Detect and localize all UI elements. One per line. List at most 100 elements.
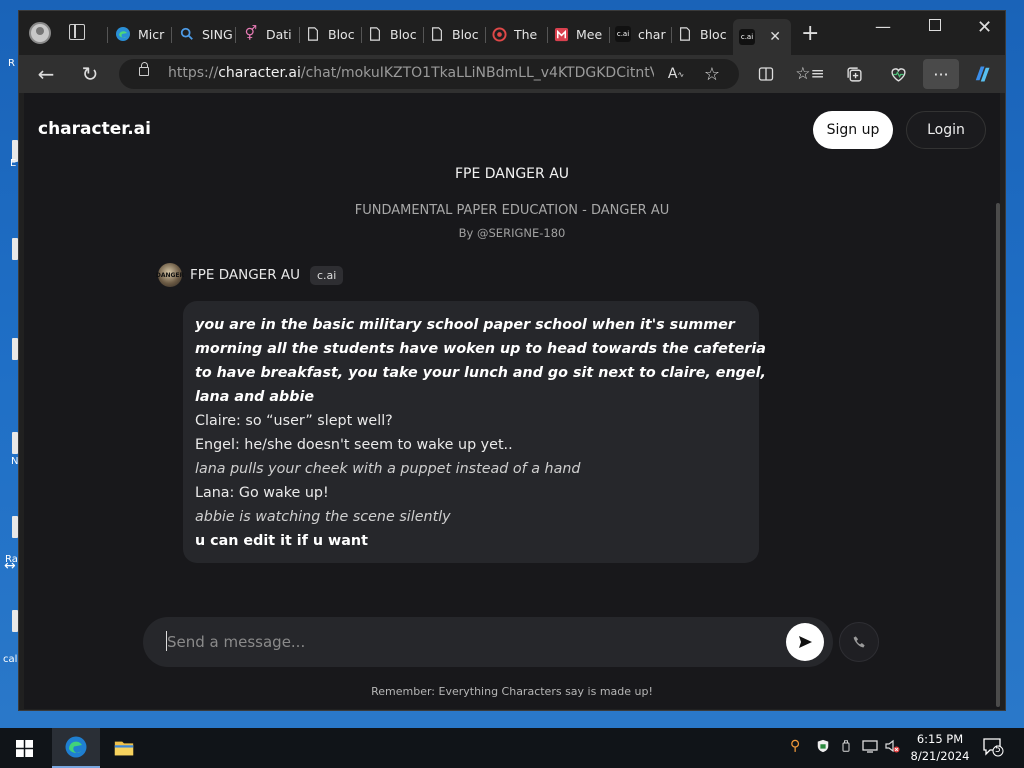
notification-center-icon[interactable]: 5: [982, 737, 1004, 757]
more-options-icon[interactable]: ···: [923, 59, 959, 89]
tab-label: SING: [202, 26, 233, 42]
character-title: FPE DANGER AU: [454, 166, 570, 182]
volume-muted-icon[interactable]: [884, 738, 900, 758]
tab-separator: [671, 27, 672, 43]
tab-search[interactable]: SING: [179, 21, 233, 47]
taskbar: ⚲ 6:15 PM 8/21/2024 5: [0, 728, 1024, 768]
tab-dating[interactable]: ⚥ Dati: [243, 21, 297, 47]
browser-window: Micr SING ⚥ Dati Bloc Bloc Bloc The Mee …: [18, 10, 1006, 711]
message-line: u can edit it if u want: [195, 533, 368, 549]
favorites-icon[interactable]: ☆≡: [795, 61, 824, 87]
tab-actions-icon[interactable]: [69, 24, 85, 40]
page-icon: [677, 26, 693, 42]
resize-cursor-icon: ↔: [4, 558, 16, 574]
tab-separator: [547, 27, 548, 43]
tab-the[interactable]: The: [491, 21, 545, 47]
send-icon: [799, 636, 812, 648]
security-shield-icon[interactable]: [816, 738, 830, 758]
red-app-icon: [553, 26, 569, 42]
site-logo[interactable]: character.ai: [38, 119, 151, 139]
login-button[interactable]: Login: [906, 111, 986, 149]
send-button[interactable]: [786, 623, 824, 661]
favorite-star-icon[interactable]: ☆: [699, 61, 725, 87]
tab-blog-2[interactable]: Bloc: [367, 21, 421, 47]
search-tray-icon[interactable]: ⚲: [790, 738, 800, 754]
collections-icon[interactable]: [841, 61, 867, 87]
read-aloud-icon[interactable]: A ∿: [663, 61, 689, 87]
message-line: morning all the students have woken up t…: [195, 341, 766, 357]
refresh-icon[interactable]: ↻: [77, 61, 103, 87]
start-button[interactable]: [0, 728, 48, 768]
message-input[interactable]: [167, 630, 757, 654]
character-ai-page: character.ai Sign up Login FPE DANGER AU…: [24, 93, 1000, 709]
windows-logo-icon: [15, 739, 33, 757]
message-line: Lana: Go wake up!: [195, 485, 329, 501]
tab-separator: [235, 27, 236, 43]
tab-blog-1[interactable]: Bloc: [305, 21, 359, 47]
notification-count: 5: [995, 745, 1001, 755]
clock-time: 6:15 PM: [916, 732, 964, 746]
tab-separator: [299, 27, 300, 43]
taskbar-edge[interactable]: [52, 728, 100, 768]
back-icon[interactable]: ←: [33, 61, 59, 87]
tab-separator: [485, 27, 486, 43]
folder-icon: [114, 741, 134, 756]
desktop-label-fragment: R: [8, 58, 15, 69]
character-name: FPE DANGER AU: [190, 267, 300, 283]
tab-label: Bloc: [328, 26, 355, 42]
tab-label: The: [514, 26, 538, 42]
tab-label: Mee: [576, 26, 603, 42]
message-header: DANGER FPE DANGER AU c.ai: [156, 263, 344, 287]
tab-separator: [423, 27, 424, 43]
text-caret: [166, 631, 167, 651]
cai-icon: c.ai: [615, 26, 631, 42]
tab-meet[interactable]: Mee: [553, 21, 607, 47]
maximize-icon[interactable]: [929, 19, 941, 31]
edge-icon: [65, 736, 87, 758]
message-bubble: you are in the basic military school pap…: [183, 301, 766, 563]
profile-avatar-icon[interactable]: [29, 22, 51, 44]
tab-blog-3[interactable]: Bloc: [429, 21, 483, 47]
character-avatar[interactable]: DANGER: [156, 263, 184, 287]
url-text[interactable]: https://character.ai/chat/mokuIKZTO1TkaL…: [168, 65, 654, 81]
character-author[interactable]: By @SERIGNE-180: [24, 226, 1000, 240]
copilot-icon[interactable]: [969, 61, 995, 87]
split-screen-icon[interactable]: [753, 61, 779, 87]
close-tab-icon[interactable]: ✕: [769, 29, 781, 45]
tab-active-cai[interactable]: c.ai ✕: [733, 19, 791, 55]
gender-icon: ⚥: [244, 26, 258, 42]
tab-strip: Micr SING ⚥ Dati Bloc Bloc Bloc The Mee …: [19, 11, 1005, 55]
phone-icon: [853, 635, 865, 647]
disclaimer-text: Remember: Everything Characters say is m…: [371, 685, 653, 698]
message-line: Engel: he/she doesn't seem to wake up ye…: [195, 437, 513, 453]
signup-button[interactable]: Sign up: [813, 111, 893, 149]
character-subtitle: FUNDAMENTAL PAPER EDUCATION - DANGER AU: [354, 203, 670, 218]
page-scrollbar[interactable]: [996, 203, 1000, 707]
network-icon[interactable]: [862, 738, 878, 758]
close-window-icon[interactable]: ✕: [977, 17, 992, 38]
cai-badge: c.ai: [310, 265, 344, 285]
message-line: to have breakfast, you take your lunch a…: [195, 365, 766, 381]
browser-essentials-icon[interactable]: [885, 61, 911, 87]
tab-blog-4[interactable]: Bloc: [677, 21, 731, 47]
taskbar-file-explorer[interactable]: [100, 728, 148, 768]
minimize-icon[interactable]: —: [875, 17, 891, 36]
call-button[interactable]: [839, 622, 879, 662]
new-tab-icon[interactable]: +: [801, 21, 819, 46]
page-icon: [429, 26, 445, 42]
tab-label: Bloc: [700, 26, 727, 42]
tab-character[interactable]: c.ai char: [615, 21, 669, 47]
message-composer: [143, 617, 833, 667]
message-line: Claire: so “user” slept well?: [195, 413, 393, 429]
lock-icon[interactable]: [139, 62, 149, 76]
tab-separator: [107, 27, 108, 43]
tab-separator: [609, 27, 610, 43]
usb-device-icon[interactable]: [840, 738, 852, 758]
desktop-label-fragment: E: [10, 158, 17, 169]
address-bar[interactable]: https://character.ai/chat/mokuIKZTO1TkaL…: [119, 59, 739, 89]
search-icon: [179, 26, 195, 42]
system-clock[interactable]: 6:15 PM 8/21/2024: [906, 731, 974, 765]
red-logo-icon: [491, 26, 507, 42]
desktop-label-fragment: cal: [3, 654, 18, 665]
tab-edge[interactable]: Micr: [115, 21, 169, 47]
